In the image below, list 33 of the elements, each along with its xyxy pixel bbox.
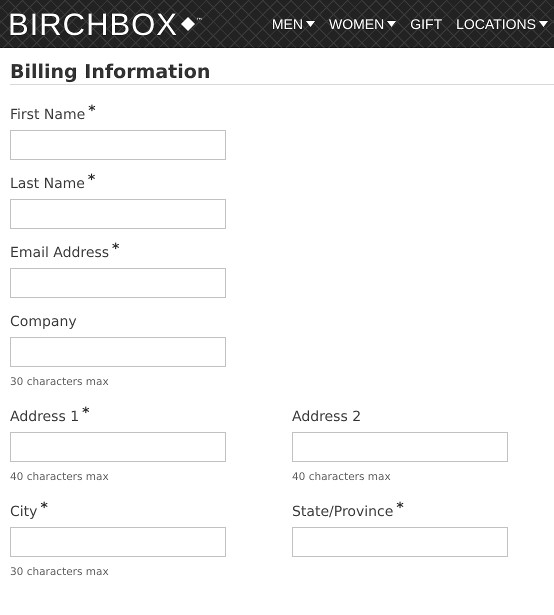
field-hint: 40 characters max (10, 470, 110, 484)
input-field[interactable] (10, 337, 226, 367)
nav-link[interactable]: WOMEN (329, 16, 396, 32)
field-label: Address 1 (10, 409, 80, 425)
required-mark: * (88, 172, 96, 188)
field-hint: 30 characters max (10, 565, 110, 579)
input-field[interactable] (10, 199, 226, 229)
field-label: Company (10, 314, 77, 330)
input-field[interactable] (292, 432, 508, 462)
field-label: Address 2 (292, 409, 362, 425)
logo[interactable]: BIRCHBOX (8, 8, 178, 40)
input-field[interactable] (10, 527, 226, 557)
field-label: City (10, 504, 38, 520)
required-mark: * (396, 500, 404, 516)
required-mark: * (82, 405, 90, 421)
field-hint: 30 characters max (10, 375, 110, 389)
required-mark: * (40, 500, 48, 516)
field-label: Last Name (10, 176, 85, 192)
field-hint: 40 characters max (292, 470, 392, 484)
input-field[interactable] (10, 268, 226, 298)
input-field[interactable] (10, 432, 226, 462)
diamond-icon (180, 16, 196, 32)
page-title: Billing Information (10, 60, 554, 85)
input-field[interactable] (292, 527, 508, 557)
nav-link[interactable]: GIFT (410, 16, 442, 32)
field-label: First Name (10, 107, 86, 123)
field-label: Email Address (10, 245, 110, 261)
field-label: State/Province (292, 504, 394, 520)
required-mark: * (112, 241, 120, 257)
nav-link[interactable]: LOCATIONS (456, 16, 548, 32)
required-mark: * (88, 103, 96, 119)
input-field[interactable] (10, 130, 226, 160)
nav-link[interactable]: MEN (272, 16, 316, 32)
